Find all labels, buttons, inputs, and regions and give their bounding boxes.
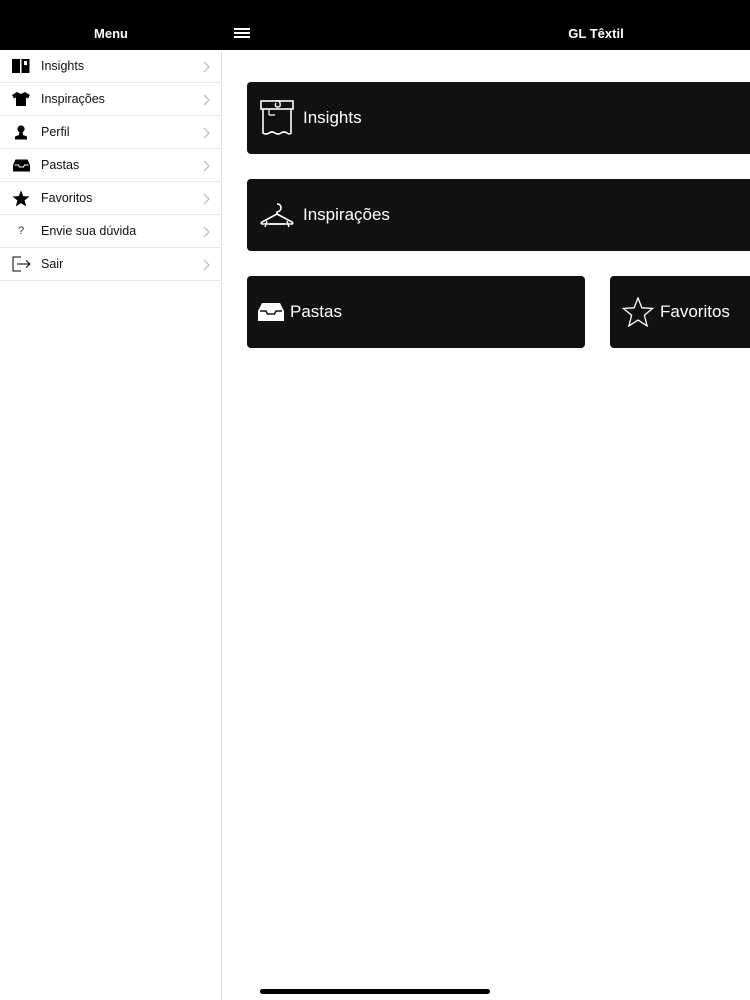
chevron-right-icon	[203, 193, 210, 205]
app-header: GL Têxtil	[222, 0, 750, 50]
logout-icon	[11, 254, 31, 274]
insights-card-label: Insights	[303, 108, 362, 127]
sidebar-header: Menu	[0, 0, 222, 50]
insights-card[interactable]: Insights	[247, 82, 750, 154]
sidebar: Insights Inspirações Perfil Pastas Favor…	[0, 50, 222, 1000]
sidebar-item-label: Sair	[41, 257, 64, 271]
inspiracoes-card-label: Inspirações	[303, 205, 390, 224]
chevron-right-icon	[203, 259, 210, 271]
fabric-tag-icon	[259, 99, 295, 137]
sidebar-item-perfil[interactable]: Perfil	[0, 116, 221, 149]
main-content: Insights Inspirações Pastas Favoritos	[222, 50, 750, 1000]
sidebar-item-label: Inspirações	[41, 92, 105, 106]
book-icon	[11, 56, 31, 76]
question-icon: ?	[17, 225, 25, 237]
chevron-right-icon	[203, 61, 210, 73]
chevron-right-icon	[203, 160, 210, 172]
sidebar-item-sair[interactable]: Sair	[0, 248, 221, 281]
sidebar-item-label: Insights	[41, 59, 85, 73]
home-indicator	[260, 989, 490, 994]
pastas-card-label: Pastas	[290, 302, 342, 321]
sidebar-item-insights[interactable]: Insights	[0, 50, 221, 83]
favoritos-card[interactable]: Favoritos	[610, 276, 750, 348]
person-icon	[11, 122, 31, 142]
inbox-icon	[258, 302, 284, 322]
tshirt-icon	[11, 89, 31, 109]
sidebar-item-label: Envie sua dúvida	[41, 224, 137, 238]
inbox-icon	[11, 155, 31, 175]
pastas-card[interactable]: Pastas	[247, 276, 585, 348]
sidebar-item-inspiracoes[interactable]: Inspirações	[0, 83, 221, 116]
sidebar-item-label: Perfil	[41, 125, 70, 139]
sidebar-menu: Insights Inspirações Perfil Pastas Favor…	[0, 50, 221, 281]
app-root: Menu GL Têxtil Insights Inspirações Perf…	[0, 0, 750, 1000]
star-icon	[11, 188, 31, 208]
chevron-right-icon	[203, 226, 210, 238]
chevron-right-icon	[203, 127, 210, 139]
sidebar-item-envie-duvida[interactable]: ? Envie sua dúvida	[0, 215, 221, 248]
sidebar-item-label: Favoritos	[41, 191, 93, 205]
sidebar-item-favoritos[interactable]: Favoritos	[0, 182, 221, 215]
hamburger-menu-icon[interactable]	[234, 27, 250, 39]
favoritos-card-label: Favoritos	[660, 302, 730, 321]
chevron-right-icon	[203, 94, 210, 106]
hanger-icon	[259, 201, 295, 229]
sidebar-item-label: Pastas	[41, 158, 80, 172]
sidebar-item-pastas[interactable]: Pastas	[0, 149, 221, 182]
inspiracoes-card[interactable]: Inspirações	[247, 179, 750, 251]
page-title: GL Têxtil	[568, 26, 624, 41]
star-outline-icon	[622, 297, 654, 327]
sidebar-title: Menu	[94, 26, 128, 41]
